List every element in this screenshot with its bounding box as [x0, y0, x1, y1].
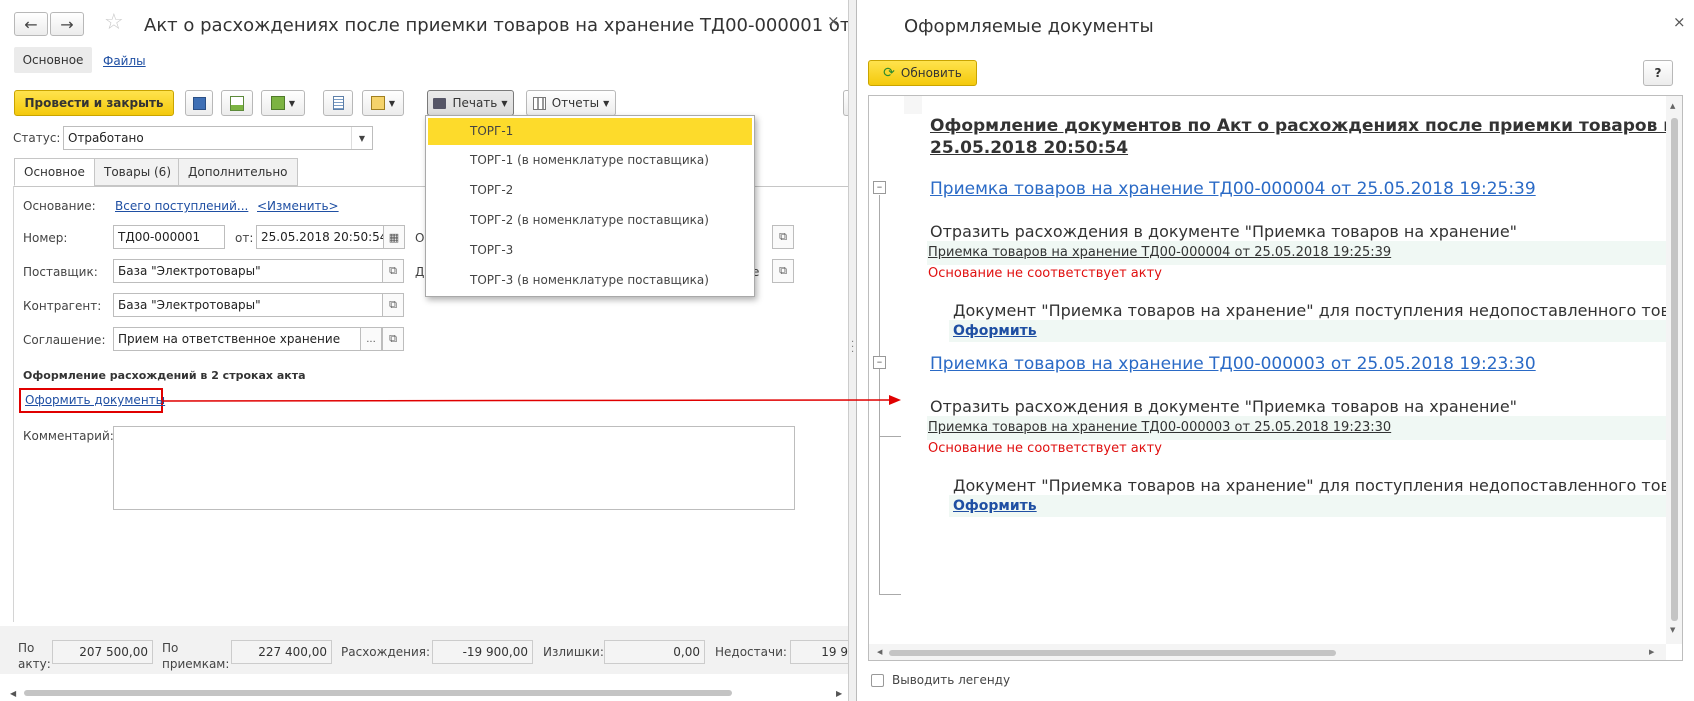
- menu-item-torg3-supplier[interactable]: ТОРГ-3 (в номенклатуре поставщика): [426, 265, 754, 295]
- menu-item-torg1[interactable]: ТОРГ-1: [428, 118, 752, 145]
- print-menu: ТОРГ-1 ТОРГ-1 (в номенклатуре поставщика…: [425, 115, 755, 297]
- annotation-arrow: [162, 395, 901, 405]
- menu-item-torg2-supplier[interactable]: ТОРГ-2 (в номенклатуре поставщика): [426, 205, 754, 235]
- menu-item-torg3[interactable]: ТОРГ-3: [426, 235, 754, 265]
- menu-item-torg1-supplier[interactable]: ТОРГ-1 (в номенклатуре поставщика): [426, 145, 754, 175]
- menu-item-torg2[interactable]: ТОРГ-2: [426, 175, 754, 205]
